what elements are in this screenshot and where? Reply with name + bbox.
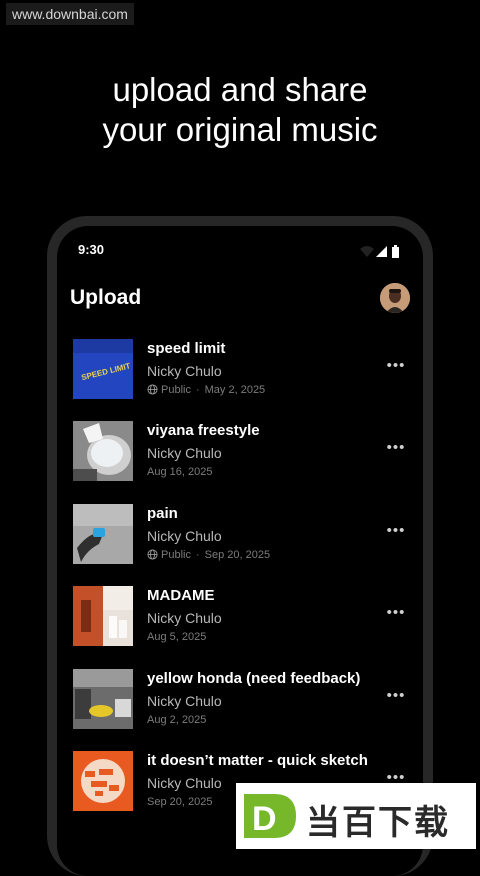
track-date: Sep 20, 2025 — [147, 796, 213, 808]
track-meta: Public · Sep 20, 2025 — [147, 549, 270, 561]
brand-watermark: D 当百下载 — [236, 783, 476, 849]
headline: upload and share your original music — [0, 70, 480, 150]
more-icon[interactable]: ••• — [385, 357, 407, 379]
battery-icon — [392, 245, 399, 258]
track-artist: Nicky Chulo — [147, 528, 222, 544]
avatar-image — [380, 283, 410, 313]
more-icon[interactable]: ••• — [385, 687, 407, 709]
more-icon[interactable]: ••• — [385, 522, 407, 544]
track-artist: Nicky Chulo — [147, 693, 222, 709]
track-meta: Aug 5, 2025 — [147, 631, 206, 643]
signal-icon — [376, 246, 387, 257]
track-date: May 2, 2025 — [204, 384, 266, 396]
track-meta: Aug 16, 2025 — [147, 466, 212, 478]
track-title: MADAME — [147, 587, 215, 604]
wifi-icon — [360, 246, 374, 257]
track-artwork: SPEED LIMIT — [73, 339, 133, 399]
meta-separator: · — [195, 384, 200, 396]
watermark-url: www.downbai.com — [6, 3, 134, 25]
track-title: viyana freestyle — [147, 422, 260, 439]
phone-frame: 9:30 Upload SPEED LIMIT speed limit Nick… — [47, 216, 433, 876]
page-title: Upload — [70, 286, 142, 309]
track-artwork — [73, 669, 133, 729]
more-icon[interactable]: ••• — [385, 604, 407, 626]
track-artwork — [73, 504, 133, 564]
avatar[interactable] — [380, 283, 410, 313]
track-artist: Nicky Chulo — [147, 775, 222, 791]
globe-icon — [147, 384, 158, 395]
status-bar: 9:30 — [57, 226, 423, 272]
brand-logo-letter: D — [252, 800, 277, 838]
track-date: Aug 2, 2025 — [147, 714, 207, 726]
track-title: pain — [147, 505, 178, 522]
globe-icon — [147, 549, 158, 560]
track-row[interactable]: SPEED LIMIT speed limit Nicky Chulo Publ… — [73, 339, 404, 399]
meta-separator: · — [195, 549, 200, 561]
track-meta: Public · May 2, 2025 — [147, 384, 265, 396]
phone-screen: 9:30 Upload SPEED LIMIT speed limit Nick… — [57, 226, 423, 876]
track-artist: Nicky Chulo — [147, 610, 222, 626]
track-title: it doesn’t matter - quick sketch — [147, 752, 368, 769]
more-icon[interactable]: ••• — [385, 439, 407, 461]
track-row[interactable]: MADAME Nicky Chulo Aug 5, 2025 ••• — [73, 586, 404, 646]
status-time: 9:30 — [78, 242, 105, 257]
headline-line-1: upload and share — [112, 71, 368, 108]
track-artist: Nicky Chulo — [147, 363, 222, 379]
track-meta: Sep 20, 2025 — [147, 796, 212, 808]
track-artwork — [73, 421, 133, 481]
track-date: Aug 5, 2025 — [147, 631, 207, 643]
track-title: yellow honda (need feedback) — [147, 670, 361, 687]
track-row[interactable]: pain Nicky Chulo Public · Sep 20, 2025 ••• — [73, 504, 404, 564]
status-icons — [360, 245, 399, 258]
track-visibility: Public — [161, 549, 191, 561]
track-artwork — [73, 586, 133, 646]
headline-line-2: your original music — [102, 111, 378, 148]
track-artwork — [73, 751, 133, 811]
track-visibility: Public — [161, 384, 191, 396]
track-meta: Aug 2, 2025 — [147, 714, 206, 726]
track-title: speed limit — [147, 340, 226, 357]
track-artist: Nicky Chulo — [147, 445, 222, 461]
track-date: Aug 16, 2025 — [147, 466, 213, 478]
track-date: Sep 20, 2025 — [204, 549, 271, 561]
track-row[interactable]: yellow honda (need feedback) Nicky Chulo… — [73, 669, 404, 729]
brand-logo-icon: D — [244, 794, 296, 838]
brand-text: 当百下载 — [306, 804, 450, 842]
track-row[interactable]: viyana freestyle Nicky Chulo Aug 16, 202… — [73, 421, 404, 481]
